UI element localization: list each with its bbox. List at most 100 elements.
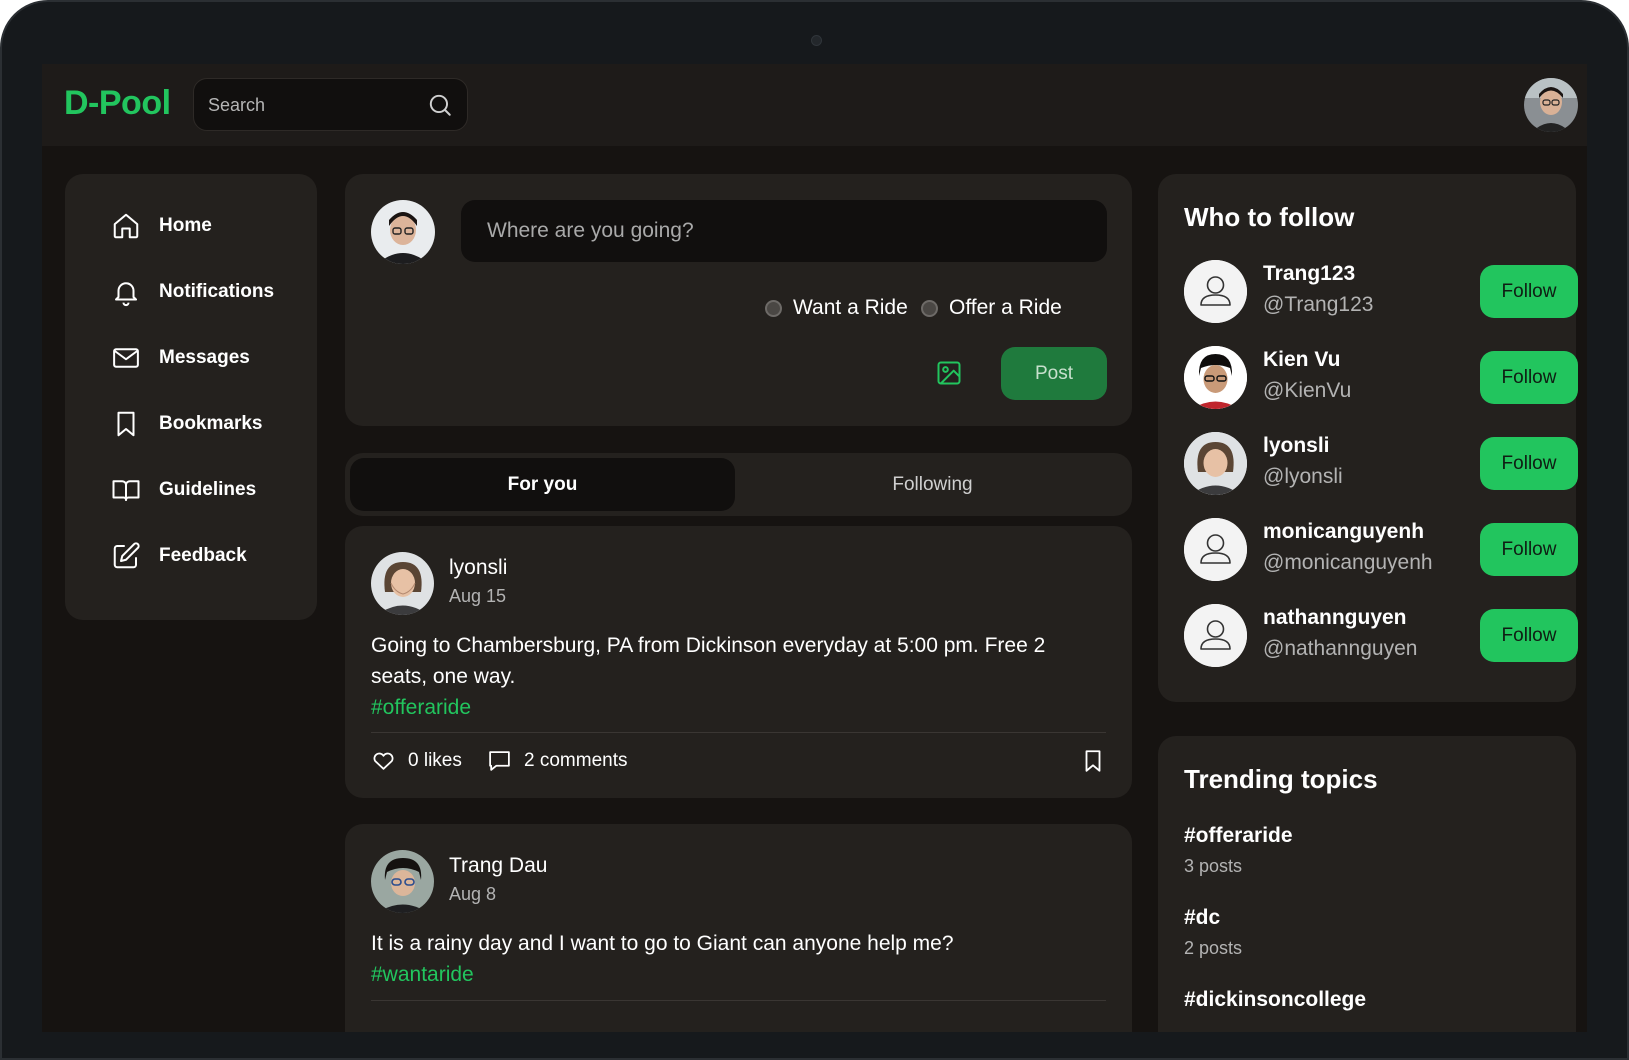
home-icon [113, 213, 139, 239]
destination-input[interactable] [487, 216, 1077, 246]
sidebar-item-label: Feedback [159, 545, 247, 566]
author-avatar[interactable] [371, 850, 434, 913]
topic-tag[interactable]: #dc [1184, 906, 1242, 930]
follow-suggestion: monicanguyenh @monicanguyenh Follow [1184, 518, 1578, 582]
app-logo[interactable]: D-Pool [64, 84, 171, 123]
user-handle: @monicanguyenh [1263, 551, 1433, 574]
composer-avatar [371, 200, 435, 264]
sidebar-item-label: Bookmarks [159, 413, 263, 434]
follow-button[interactable]: Follow [1480, 265, 1578, 318]
post-divider [371, 1000, 1106, 1001]
sidebar-item-label: Messages [159, 347, 250, 368]
offer-ride-radio[interactable]: Offer a Ride [921, 296, 1062, 320]
radio-dot[interactable] [765, 299, 782, 317]
sidebar-item-bookmarks[interactable]: Bookmarks [111, 404, 263, 444]
radio-label: Want a Ride [793, 296, 908, 319]
post-composer: Want a Ride Offer a Ride Post [345, 174, 1132, 426]
user-avatar[interactable] [1184, 432, 1247, 495]
trending-topic[interactable]: #dickinsoncollege [1184, 988, 1366, 1020]
mail-icon [113, 348, 139, 368]
want-ride-radio[interactable]: Want a Ride [765, 296, 908, 320]
user-name[interactable]: nathannguyen [1263, 606, 1407, 630]
like-button[interactable]: 0 likes [371, 748, 462, 773]
user-name[interactable]: lyonsli [1263, 434, 1330, 458]
user-avatar[interactable] [1184, 518, 1247, 581]
follow-suggestion: Trang123 @Trang123 Follow [1184, 260, 1578, 324]
radio-dot[interactable] [921, 299, 938, 317]
topic-tag[interactable]: #offeraride [1184, 824, 1293, 848]
post-hashtag[interactable]: #offeraride [371, 692, 1091, 723]
follow-button[interactable]: Follow [1480, 523, 1578, 576]
post-body: It is a rainy day and I want to go to Gi… [371, 928, 1091, 990]
follow-button[interactable]: Follow [1480, 437, 1578, 490]
topic-count: 2 posts [1184, 938, 1243, 958]
user-name[interactable]: monicanguyenh [1263, 520, 1424, 544]
profile-avatar[interactable] [1524, 78, 1578, 132]
user-handle: @Trang123 [1263, 293, 1374, 316]
app-screen: D-Pool Home Notifications Messages Bookm… [42, 64, 1587, 1032]
post-hashtag[interactable]: #wantaride [371, 959, 1091, 990]
trending-topic[interactable]: #dc 2 posts [1184, 906, 1242, 959]
trending-topic[interactable]: #offeraride 3 posts [1184, 824, 1293, 877]
who-to-follow-title: Who to follow [1184, 202, 1355, 232]
sidebar-item-feedback[interactable]: Feedback [111, 536, 247, 576]
sidebar-item-guidelines[interactable]: Guidelines [111, 470, 256, 510]
sidebar-item-messages[interactable]: Messages [111, 338, 250, 378]
search-icon[interactable] [427, 92, 453, 118]
follow-suggestion: lyonsli @lyonsli Follow [1184, 432, 1578, 496]
user-avatar[interactable] [1184, 260, 1247, 323]
comment-button[interactable]: 2 comments [487, 748, 627, 773]
feed-post: Trang Dau Aug 8 It is a rainy day and I … [345, 824, 1132, 1032]
user-handle: @nathannguyen [1263, 637, 1418, 660]
follow-button[interactable]: Follow [1480, 351, 1578, 404]
topic-tag[interactable]: #dickinsoncollege [1184, 988, 1366, 1012]
heart-icon [373, 752, 394, 770]
sidebar-item-home[interactable]: Home [111, 206, 212, 246]
bell-icon [115, 282, 137, 307]
post-text: It is a rainy day and I want to go to Gi… [371, 932, 954, 955]
post-body: Going to Chambersburg, PA from Dickinson… [371, 630, 1091, 723]
comment-count: 2 comments [524, 749, 628, 771]
user-handle: @KienVu [1263, 379, 1352, 402]
radio-label: Offer a Ride [949, 296, 1062, 319]
camera-dot [811, 35, 822, 46]
default-user-icon [1184, 518, 1247, 581]
post-text: Going to Chambersburg, PA from Dickinson… [371, 634, 1046, 688]
feed-post: lyonsli Aug 15 Going to Chambersburg, PA… [345, 526, 1132, 798]
tab-following[interactable]: Following [740, 458, 1125, 511]
image-upload-icon[interactable] [935, 359, 963, 387]
top-bar: D-Pool [42, 64, 1587, 146]
follow-suggestion: nathannguyen @nathannguyen Follow [1184, 604, 1578, 668]
edit-icon [113, 542, 140, 569]
comment-icon [489, 751, 510, 771]
feed-tabs: For you Following [345, 453, 1132, 516]
bookmark-icon[interactable] [1080, 748, 1106, 774]
destination-field[interactable] [461, 200, 1107, 262]
post-button[interactable]: Post [1001, 347, 1107, 400]
sidebar-nav: Home Notifications Messages Bookmarks Gu… [65, 174, 317, 620]
user-handle: @lyonsli [1263, 465, 1343, 488]
author-name[interactable]: Trang Dau [449, 854, 547, 878]
follow-button[interactable]: Follow [1480, 609, 1578, 662]
trending-topics-card: Trending topics #offeraride 3 posts #dc … [1158, 736, 1576, 1032]
tab-for-you[interactable]: For you [350, 458, 735, 511]
user-avatar[interactable] [1184, 346, 1247, 409]
bookmark-icon [117, 411, 135, 437]
user-name[interactable]: Trang123 [1263, 262, 1355, 286]
search-input[interactable] [208, 91, 418, 119]
user-name[interactable]: Kien Vu [1263, 348, 1340, 372]
author-avatar[interactable] [371, 552, 434, 615]
sidebar-item-label: Home [159, 215, 212, 236]
follow-suggestion: Kien Vu @KienVu Follow [1184, 346, 1578, 410]
topic-count: 3 posts [1184, 856, 1243, 876]
post-date: Aug 15 [449, 586, 507, 606]
user-avatar[interactable] [1184, 604, 1247, 667]
trending-title: Trending topics [1184, 764, 1378, 794]
book-open-icon [112, 480, 140, 501]
who-to-follow-card: Who to follow Trang123 @Trang123 Follow … [1158, 174, 1578, 702]
search-box[interactable] [193, 78, 468, 131]
author-name[interactable]: lyonsli [449, 556, 507, 580]
sidebar-item-notifications[interactable]: Notifications [111, 272, 274, 312]
post-divider [371, 732, 1106, 733]
default-user-icon [1184, 604, 1247, 667]
